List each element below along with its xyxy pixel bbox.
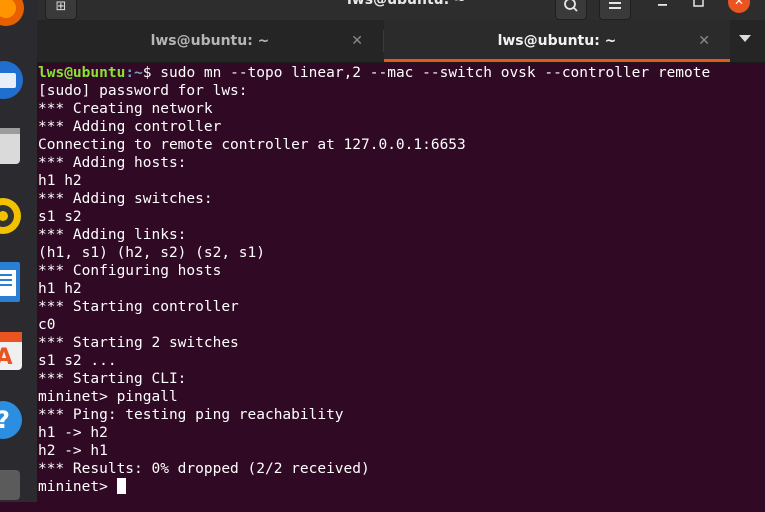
thunderbird-icon[interactable] [0, 56, 25, 102]
terminal-line: h2 -> h1 [38, 443, 108, 459]
terminal-line: Connecting to remote controller at 127.0… [38, 137, 466, 153]
firefox-icon[interactable] [0, 0, 25, 28]
terminal-line: h1 h2 [38, 173, 82, 189]
prompt-symbol: $ [142, 65, 161, 81]
terminal-line: *** Starting 2 switches [38, 335, 239, 351]
final-prompt: mininet> [38, 479, 117, 495]
terminal-line: *** Adding switches: [38, 191, 213, 207]
terminal-line: [sudo] password for lws: [38, 83, 248, 99]
terminal-line: *** Adding hosts: [38, 155, 187, 171]
prompt-user: lws@ubuntu [38, 65, 126, 81]
ubuntu-software-icon[interactable]: A [0, 328, 25, 374]
terminal-line: c0 [38, 317, 56, 333]
terminal-line: *** Ping: testing ping reachability [38, 407, 344, 423]
terminal-line: mininet> pingall [38, 389, 178, 405]
libreoffice-writer-icon[interactable] [0, 260, 25, 306]
svg-text:?: ? [0, 406, 10, 434]
tab-bar: lws@ubuntu: ~ ✕ lws@ubuntu: ~ ✕ [37, 20, 765, 63]
new-tab-icon: ⊞ [55, 0, 67, 14]
launcher-dock: A ? [0, 0, 37, 502]
tab-1-label: lws@ubuntu: ~ [150, 33, 270, 49]
tab-2-close-icon[interactable]: ✕ [698, 33, 710, 49]
minimize-button[interactable] [653, 0, 673, 14]
terminal-line: *** Adding controller [38, 119, 222, 135]
terminal-line: *** Creating network [38, 101, 213, 117]
search-icon [564, 0, 578, 12]
new-tab-button[interactable]: ⊞ [45, 0, 77, 20]
prompt-line: lws@ubuntu:~$ sudo mn --topo linear,2 --… [38, 64, 765, 82]
tab-2-label: lws@ubuntu: ~ [497, 33, 617, 49]
terminal-line: *** Configuring hosts [38, 263, 222, 279]
terminal-line: s1 s2 ... [38, 353, 117, 369]
close-icon: ✕ [733, 0, 745, 8]
search-button[interactable] [555, 0, 587, 20]
final-prompt-line: mininet> [38, 478, 765, 496]
text-cursor [116, 478, 126, 494]
active-tab-indicator [384, 59, 730, 62]
help-icon[interactable]: ? [0, 396, 25, 442]
terminal-line: (h1, s1) (h2, s2) (s2, s1) [38, 245, 265, 261]
terminal-output[interactable]: lws@ubuntu:~$ sudo mn --topo linear,2 --… [38, 64, 765, 502]
maximize-button[interactable] [689, 0, 709, 14]
menu-button[interactable] [599, 0, 631, 20]
hamburger-menu-icon [609, 2, 621, 9]
terminal-line: h1 -> h2 [38, 425, 108, 441]
command-text: sudo mn --topo linear,2 --mac --switch o… [160, 65, 711, 81]
chevron-down-icon[interactable] [739, 35, 751, 42]
prompt-path: :~ [125, 65, 143, 81]
tab-1[interactable]: lws@ubuntu: ~ ✕ [37, 20, 383, 62]
terminal-line: *** Starting controller [38, 299, 239, 315]
terminal-line: h1 h2 [38, 281, 82, 297]
header-bar: ⊞ lws@ubuntu: ~ ✕ [37, 0, 765, 20]
maximize-icon [693, 0, 704, 7]
dock-item-partial[interactable] [0, 466, 25, 512]
window-title: lws@ubuntu: ~ [347, 0, 466, 8]
minimize-icon [658, 4, 667, 6]
terminal-line: *** Results: 0% dropped (2/2 received) [38, 461, 370, 477]
svg-text:A: A [0, 345, 13, 370]
rhythmbox-icon[interactable] [0, 192, 25, 238]
close-button[interactable]: ✕ [728, 0, 750, 13]
terminal-line: *** Adding links: [38, 227, 187, 243]
terminal-line: s1 s2 [38, 209, 82, 225]
terminal-line: *** Starting CLI: [38, 371, 187, 387]
tab-1-close-icon[interactable]: ✕ [351, 33, 363, 49]
tab-2[interactable]: lws@ubuntu: ~ ✕ [384, 20, 730, 62]
files-icon[interactable] [0, 124, 25, 170]
